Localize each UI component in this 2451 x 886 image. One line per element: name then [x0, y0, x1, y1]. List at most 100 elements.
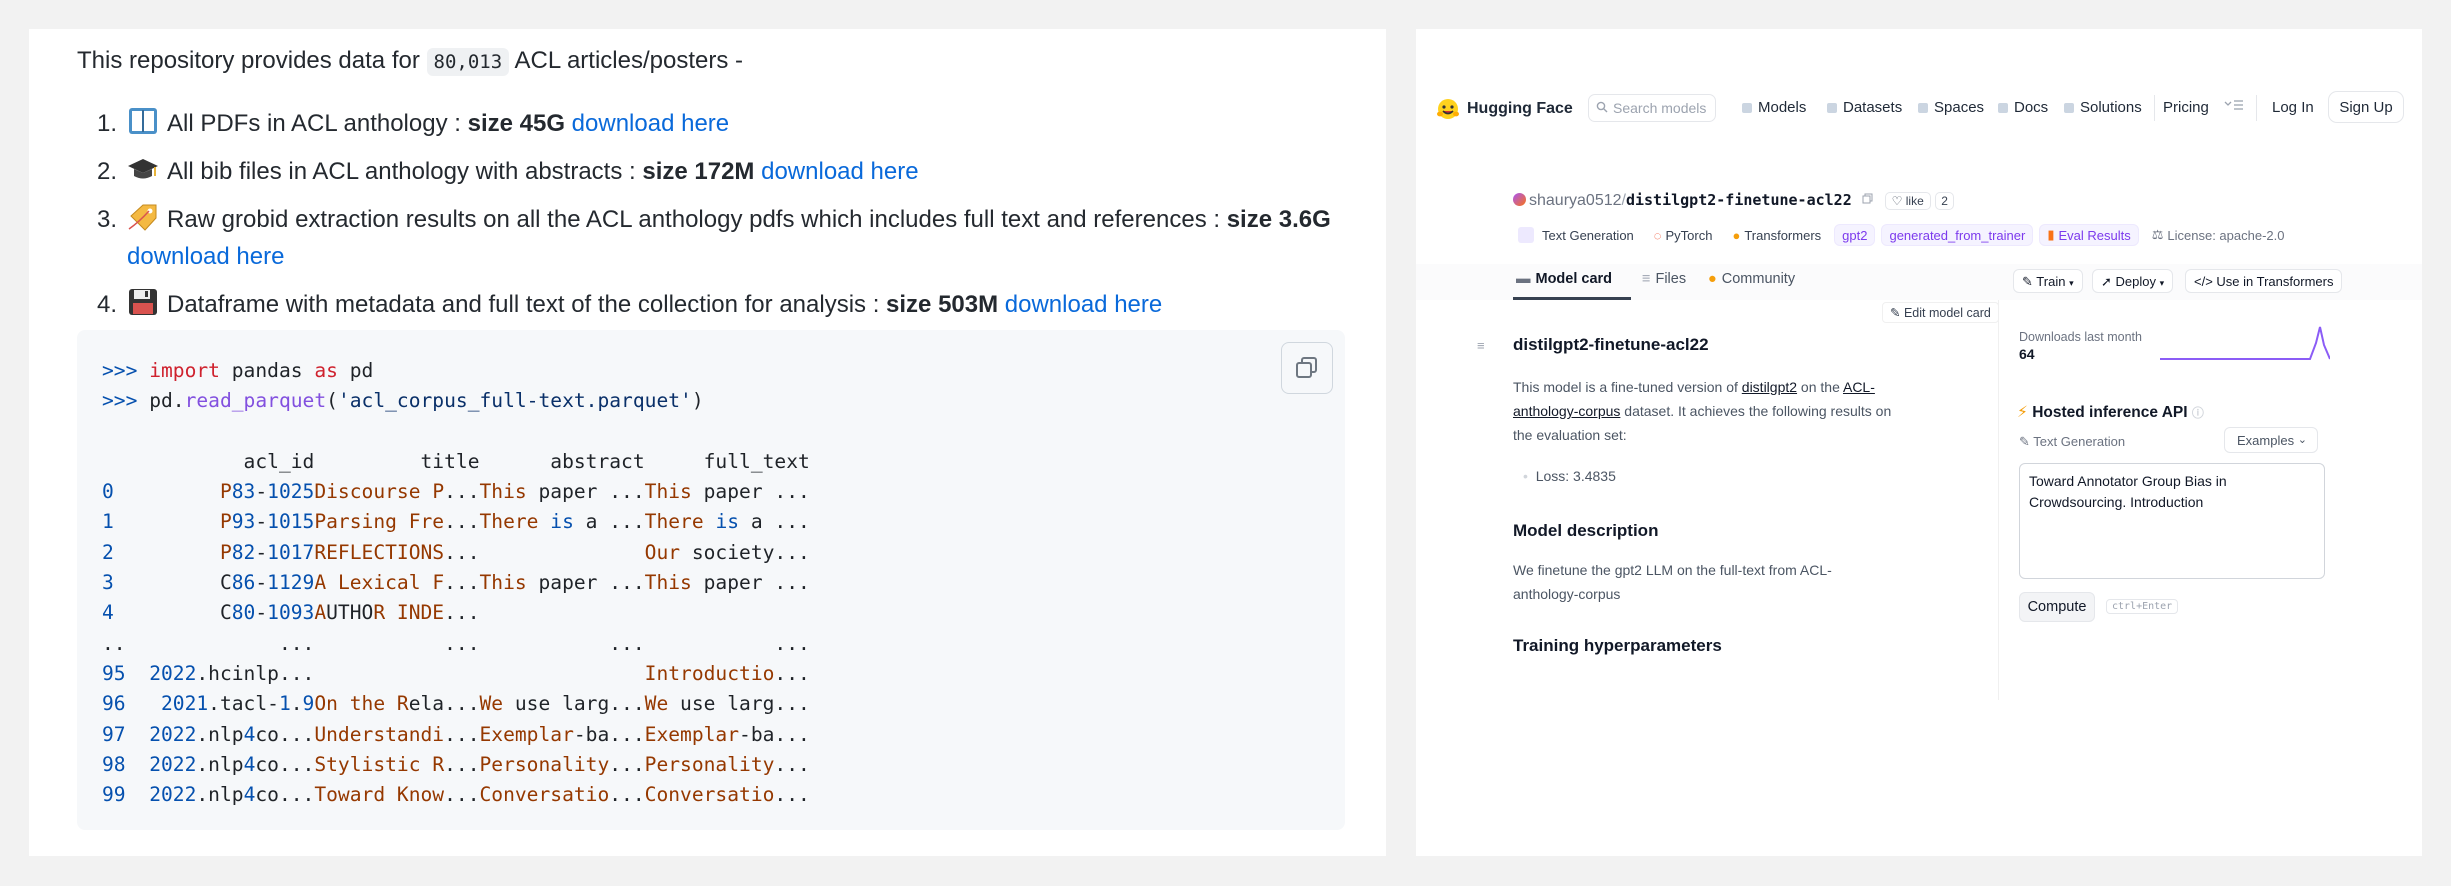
downloads-stat: Downloads last month 64 — [2019, 330, 2142, 362]
hf-logo[interactable]: Hugging Face — [1436, 98, 1573, 120]
license-tag[interactable]: ⚖ License: apache-2.0 — [2145, 224, 2292, 246]
table-cell — [480, 662, 645, 685]
table-cell: This paper ... — [644, 571, 810, 595]
license-label: License: apache-2.0 — [2167, 227, 2285, 243]
table-cell: On the Rela... — [314, 692, 480, 716]
scale-icon: ⚖ — [2151, 227, 2164, 242]
nav-models[interactable]: Models — [1742, 99, 1806, 116]
table-row: 2 P82-1017REFLECTIONS... Our society... — [102, 541, 810, 564]
tag-generated-from-trainer[interactable]: generated_from_trainer — [1881, 224, 2034, 246]
bar-chart-icon: ▮ — [2047, 227, 2055, 242]
tag-text-generation[interactable]: Text Generation — [1511, 224, 1641, 246]
tab-model-card[interactable]: ▬ Model card — [1516, 271, 1612, 287]
like-button[interactable]: ♡ like — [1884, 192, 1931, 210]
nav-spaces[interactable]: Spaces — [1918, 99, 1984, 116]
brand-name: Hugging Face — [1467, 100, 1573, 117]
code-block: >>> import pandas as pd >>> pd.read_parq… — [77, 330, 1345, 830]
base-model-link[interactable]: distilgpt2 — [1742, 379, 1797, 395]
inference-input[interactable]: Toward Annotator Group Bias in Crowdsour… — [2019, 463, 2325, 579]
label-icon — [128, 204, 157, 231]
summary-text: This model is a fine-tuned version of — [1513, 379, 1742, 395]
table-row: 98 2022.nlp4co...Stylistic R...Personali… — [102, 753, 810, 776]
nav-label: Docs — [2014, 99, 2049, 116]
login-link[interactable]: Log In — [2272, 99, 2314, 116]
use-in-transformers-button[interactable]: </> Use in Transformers — [2185, 269, 2343, 293]
table-cell: We use larg... — [479, 692, 645, 716]
tag-eval-results[interactable]: ▮ Eval Results — [2039, 224, 2139, 246]
copy-button[interactable] — [1281, 342, 1333, 394]
list-number: 3. — [96, 206, 117, 233]
tag-transformers[interactable]: ● Transformers — [1725, 224, 1828, 246]
download-link-dataframe[interactable]: download here — [1005, 291, 1162, 318]
hugging-face-icon — [1437, 99, 1459, 119]
download-link-bib[interactable]: download here — [761, 158, 918, 185]
tag-pytorch[interactable]: ◌ PyTorch — [1647, 224, 1720, 246]
model-name[interactable]: distilgpt2-finetune-acl22 — [1626, 191, 1852, 209]
nav-datasets[interactable]: Datasets — [1827, 99, 1902, 116]
deploy-button[interactable]: ➚ Deploy ▾ — [2092, 269, 2174, 293]
owner-link[interactable]: shaurya0512 — [1529, 192, 1622, 209]
examples-dropdown[interactable]: Examples ⌄ — [2224, 427, 2318, 453]
train-button[interactable]: ✎ Train ▾ — [2013, 269, 2083, 293]
copy-icon[interactable] — [1862, 193, 1874, 205]
tab-label: Community — [1721, 271, 1796, 287]
table-cell: C80-1093 — [149, 601, 315, 625]
table-row: 95 2022.hcinlp... Introductio... — [102, 662, 810, 685]
compute-button[interactable]: Compute — [2019, 592, 2095, 622]
row-index: 99 — [102, 783, 150, 807]
item-text: Dataframe with metadata and full text of… — [167, 291, 887, 318]
model-description-heading: Model description — [1513, 521, 1659, 540]
text-generation-icon: ✎ — [2019, 434, 2030, 449]
table-cell: Discourse P... — [314, 480, 480, 504]
model-description-text: We finetune the gpt2 LLM on the full-tex… — [1513, 562, 1832, 602]
downloads-sparkline — [2160, 326, 2330, 360]
active-tab-indicator — [1513, 297, 1631, 300]
table-cell: A Lexical F... — [314, 571, 480, 595]
training-hyperparameters-heading: Training hyperparameters — [1513, 636, 1722, 655]
nav-label: Pricing — [2163, 99, 2209, 116]
files-icon: ≡ — [1642, 271, 1651, 287]
tag-label: Eval Results — [2058, 227, 2131, 243]
table-row: 97 2022.nlp4co...Understandi...Exemplar-… — [102, 723, 810, 746]
tab-files[interactable]: ≡ Files — [1642, 271, 1686, 287]
nav-label: Spaces — [1934, 99, 1985, 116]
edit-model-card-link[interactable]: ✎ Edit model card — [1882, 302, 1999, 323]
tab-community[interactable]: ● Community — [1708, 271, 1795, 287]
item-size: size 172M — [642, 158, 755, 185]
solutions-icon — [2064, 102, 2074, 113]
tag-gpt2[interactable]: gpt2 — [1834, 224, 1876, 246]
search-icon — [1596, 101, 1608, 113]
row-index: 2 — [102, 540, 150, 564]
tab-label: Files — [1655, 271, 1687, 287]
search-input[interactable]: Search models — [1588, 94, 1716, 122]
table-cell: Personality... — [479, 752, 645, 776]
nav-solutions[interactable]: Solutions — [2064, 99, 2142, 116]
table-cell: Conversatio... — [479, 783, 645, 807]
intro-text-after: ACL articles/posters - — [514, 47, 743, 74]
download-link-grobid[interactable]: download here — [127, 243, 284, 270]
row-index: 96 — [102, 692, 150, 716]
tag-label: gpt2 — [1842, 227, 1868, 243]
code-string: 'acl_corpus_full-text.parquet' — [337, 389, 692, 413]
table-cell: P93-1015 — [219, 510, 315, 534]
code-icon: </> — [2194, 274, 2213, 289]
table-cell: Personality... — [644, 752, 810, 776]
shortcut-hint: ctrl+Enter — [2106, 599, 2179, 614]
inference-title: Hosted inference API — [2032, 404, 2188, 421]
download-link-pdfs[interactable]: download here — [572, 110, 729, 137]
nav-pricing[interactable]: Pricing — [2163, 99, 2209, 116]
table-cell: There is a ... — [479, 510, 645, 534]
community-icon: ● — [1708, 271, 1717, 287]
code-prompt: >>> — [102, 359, 138, 382]
models-icon — [1742, 102, 1752, 113]
nav-more[interactable] — [2224, 99, 2244, 111]
list-number: 1. — [96, 110, 117, 137]
nav-docs[interactable]: Docs — [1998, 99, 2048, 116]
graduation-cap-icon — [128, 159, 158, 179]
nav-divider — [2154, 95, 2155, 121]
signup-button[interactable]: Sign Up — [2328, 91, 2404, 123]
toc-toggle[interactable]: ≡ — [1477, 338, 1485, 353]
model-tags: Text Generation ◌ PyTorch ● Transformers g… — [1511, 224, 2291, 246]
table-row: 99 2022.nlp4co...Toward Know...Conversat… — [102, 783, 810, 806]
table-cell: Our society... — [644, 540, 810, 564]
